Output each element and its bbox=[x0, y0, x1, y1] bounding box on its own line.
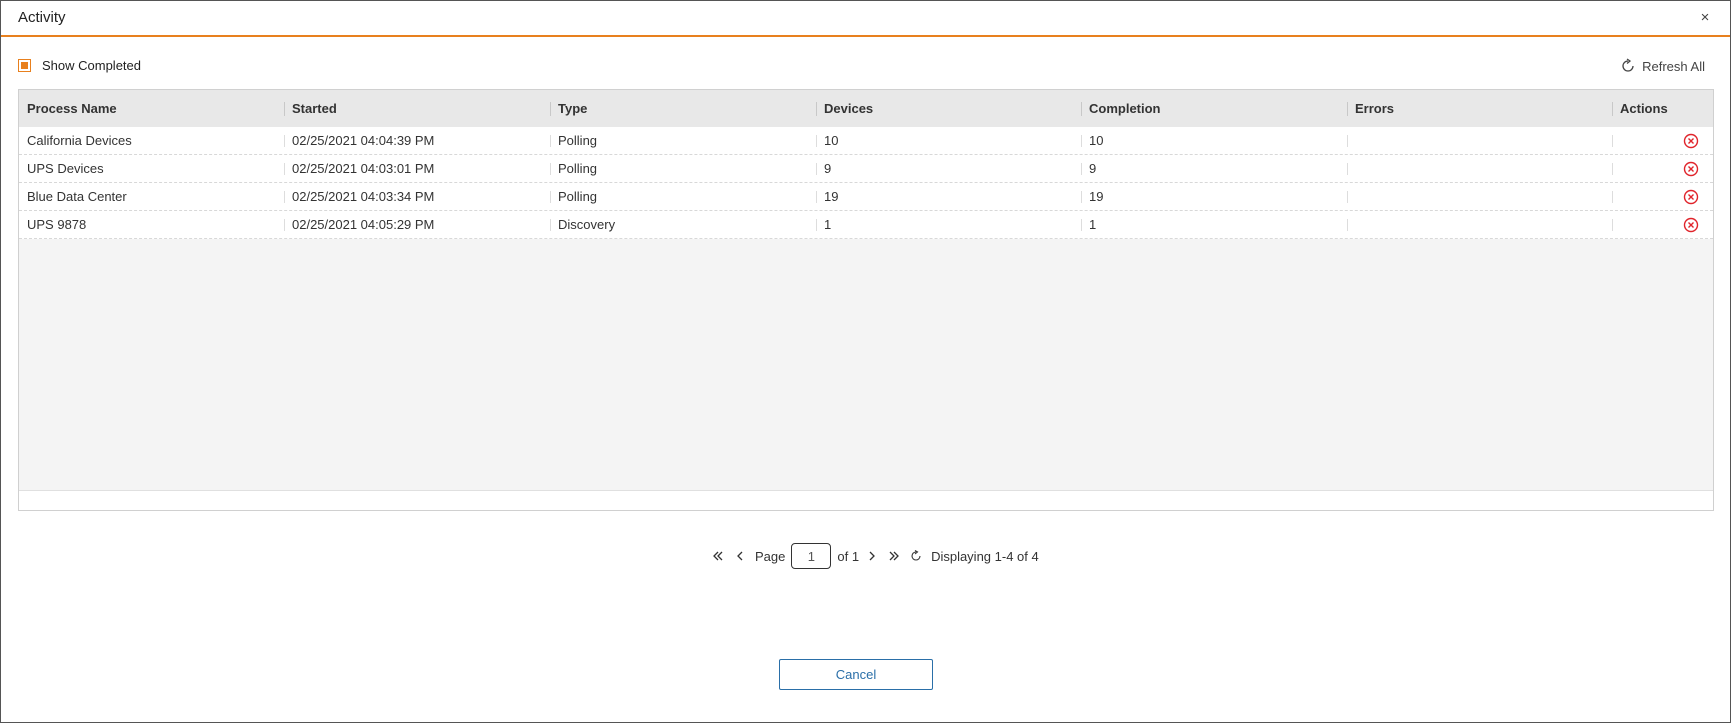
cell-actions bbox=[1612, 211, 1713, 239]
close-icon[interactable]: × bbox=[1697, 9, 1713, 27]
next-page-icon[interactable] bbox=[861, 545, 883, 567]
cell-devices: 1 bbox=[816, 211, 1081, 239]
toolbar: Show Completed Refresh All bbox=[18, 55, 1713, 77]
column-separator bbox=[550, 102, 551, 116]
table-row[interactable]: California Devices 02/25/2021 04:04:39 P… bbox=[19, 127, 1713, 155]
dialog-titlebar: Activity × bbox=[1, 1, 1730, 37]
column-label: Completion bbox=[1089, 101, 1161, 116]
column-header-actions: Actions bbox=[1612, 90, 1713, 127]
first-page-icon[interactable] bbox=[707, 545, 729, 567]
column-separator bbox=[1612, 102, 1613, 116]
grid-header: Process Name Started Type Devices Comple… bbox=[19, 90, 1713, 127]
cell-type: Polling bbox=[550, 127, 816, 155]
cell-errors bbox=[1347, 155, 1612, 183]
column-separator bbox=[1347, 102, 1348, 116]
cell-started: 02/25/2021 04:05:29 PM bbox=[284, 211, 550, 239]
cell-process-name: Blue Data Center bbox=[27, 189, 127, 204]
previous-page-icon[interactable] bbox=[729, 545, 751, 567]
cancel-circle-icon[interactable] bbox=[1683, 133, 1699, 149]
cell-actions bbox=[1612, 127, 1713, 155]
cell-process-name: California Devices bbox=[27, 133, 132, 148]
cell-process-name: UPS Devices bbox=[27, 161, 104, 176]
cancel-circle-icon[interactable] bbox=[1683, 217, 1699, 233]
refresh-all-label: Refresh All bbox=[1642, 58, 1705, 74]
column-separator bbox=[816, 102, 817, 116]
grid-footer bbox=[19, 490, 1713, 510]
cell-errors bbox=[1347, 127, 1612, 155]
grid-body: California Devices 02/25/2021 04:04:39 P… bbox=[19, 127, 1713, 239]
cell-started: 02/25/2021 04:03:34 PM bbox=[284, 183, 550, 211]
cell-errors bbox=[1347, 183, 1612, 211]
checkbox-fill bbox=[21, 62, 28, 69]
show-completed-checkbox[interactable] bbox=[18, 59, 31, 72]
column-header-completion[interactable]: Completion bbox=[1081, 90, 1347, 127]
column-label: Actions bbox=[1620, 101, 1668, 116]
column-header-devices[interactable]: Devices bbox=[816, 90, 1081, 127]
last-page-icon[interactable] bbox=[883, 545, 905, 567]
dialog-title: Activity bbox=[18, 9, 66, 26]
activity-dialog: Activity × Show Completed Refresh All Pr… bbox=[0, 0, 1731, 723]
display-count-label: Displaying 1-4 of 4 bbox=[931, 548, 1039, 564]
cancel-circle-icon[interactable] bbox=[1683, 189, 1699, 205]
column-header-type[interactable]: Type bbox=[550, 90, 816, 127]
cell-type: Discovery bbox=[550, 211, 816, 239]
cell-completion: 9 bbox=[1081, 155, 1347, 183]
column-header-errors[interactable]: Errors bbox=[1347, 90, 1612, 127]
pagination-bar: Page of 1 Displaying 1-4 of 4 bbox=[707, 543, 1039, 569]
cell-process-name: UPS 9878 bbox=[27, 217, 87, 232]
cell-completion: 1 bbox=[1081, 211, 1347, 239]
table-row[interactable]: UPS Devices 02/25/2021 04:03:01 PM Polli… bbox=[19, 155, 1713, 183]
cell-actions bbox=[1612, 155, 1713, 183]
cell-completion: 19 bbox=[1081, 183, 1347, 211]
refresh-icon bbox=[1622, 58, 1634, 72]
column-separator bbox=[284, 102, 285, 116]
refresh-icon[interactable] bbox=[905, 545, 927, 567]
column-header-process-name[interactable]: Process Name bbox=[19, 90, 284, 127]
column-label: Devices bbox=[824, 101, 874, 116]
column-label: Type bbox=[558, 101, 588, 116]
cell-actions bbox=[1612, 183, 1713, 211]
cell-devices: 9 bbox=[816, 155, 1081, 183]
show-completed-label[interactable]: Show Completed bbox=[42, 58, 141, 73]
refresh-all-button[interactable]: Refresh All bbox=[1620, 55, 1705, 77]
cell-type: Polling bbox=[550, 183, 816, 211]
column-separator bbox=[1081, 102, 1082, 116]
cell-started: 02/25/2021 04:03:01 PM bbox=[284, 155, 550, 183]
column-label: Process Name bbox=[27, 101, 117, 116]
cell-devices: 19 bbox=[816, 183, 1081, 211]
cell-started: 02/25/2021 04:04:39 PM bbox=[284, 127, 550, 155]
cell-type: Polling bbox=[550, 155, 816, 183]
cancel-circle-icon[interactable] bbox=[1683, 161, 1699, 177]
column-label: Errors bbox=[1355, 101, 1395, 116]
cell-devices: 10 bbox=[816, 127, 1081, 155]
table-row[interactable]: Blue Data Center 02/25/2021 04:03:34 PM … bbox=[19, 183, 1713, 211]
cell-completion: 10 bbox=[1081, 127, 1347, 155]
cell-errors bbox=[1347, 211, 1612, 239]
column-header-started[interactable]: Started bbox=[284, 90, 550, 127]
page-label: Page bbox=[755, 548, 786, 564]
activity-grid: Process Name Started Type Devices Comple… bbox=[18, 89, 1714, 511]
page-count-label: of 1 bbox=[837, 548, 860, 564]
page-number-input[interactable] bbox=[791, 543, 832, 569]
cancel-button[interactable]: Cancel bbox=[779, 659, 933, 690]
column-label: Started bbox=[292, 101, 337, 116]
table-row[interactable]: UPS 9878 02/25/2021 04:05:29 PM Discover… bbox=[19, 211, 1713, 239]
